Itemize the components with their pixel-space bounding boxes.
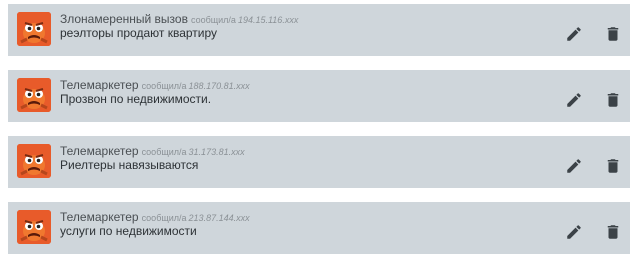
avatar xyxy=(17,144,51,178)
comment-list: Злонамеренный вызов сообщил/а 194.15.116.x… xyxy=(0,0,640,263)
reported-label: сообщил/а xyxy=(190,15,236,25)
comment-card: Телемаркетер сообщил/а 213.87.144.xxx услу… xyxy=(8,202,630,254)
avatar xyxy=(17,12,51,46)
angry-monster-avatar-icon xyxy=(17,210,51,244)
delete-button[interactable] xyxy=(604,157,622,175)
edit-button[interactable] xyxy=(565,157,583,175)
comment-card: Телемаркетер сообщил/а 188.170.81.xxx Проз… xyxy=(8,70,630,122)
author-name: Телемаркетер xyxy=(60,210,139,224)
avatar xyxy=(17,210,51,244)
pencil-icon xyxy=(567,225,581,239)
comment-header: Телемаркетер сообщил/а 188.170.81.xxx xyxy=(60,78,250,93)
comment-text: реэлторы продают квартиру xyxy=(60,26,218,40)
comment-text: Прозвон по недвижимости. xyxy=(60,92,212,106)
delete-button[interactable] xyxy=(604,91,622,109)
angry-monster-avatar-icon xyxy=(17,78,51,112)
reported-label: сообщил/а xyxy=(141,213,187,223)
delete-button[interactable] xyxy=(604,223,622,241)
comment-text: Риелтеры навязываются xyxy=(60,158,199,172)
pencil-icon xyxy=(567,159,581,173)
comment-header: Телемаркетер сообщил/а 213.87.144.xxx xyxy=(60,210,250,225)
author-name: Злонамеренный вызов xyxy=(60,12,188,26)
angry-monster-avatar-icon xyxy=(17,12,51,46)
edit-button[interactable] xyxy=(565,223,583,241)
author-name: Телемаркетер xyxy=(60,78,139,92)
angry-monster-avatar-icon xyxy=(17,144,51,178)
delete-button[interactable] xyxy=(604,25,622,43)
edit-button[interactable] xyxy=(565,91,583,109)
ip-address: 194.15.116.xxx xyxy=(237,15,299,25)
reported-label: сообщил/а xyxy=(141,81,187,91)
comment-card: Злонамеренный вызов сообщил/а 194.15.116.x… xyxy=(8,4,630,56)
pencil-icon xyxy=(567,93,581,107)
comment-card: Телемаркетер сообщил/а 31.173.81.xxx Риелт… xyxy=(8,136,630,188)
pencil-icon xyxy=(567,27,581,41)
trash-icon xyxy=(607,93,619,107)
comment-text: услуги по недвижимости xyxy=(60,224,197,238)
reported-label: сообщил/а xyxy=(141,147,187,157)
ip-address: 213.87.144.xxx xyxy=(188,213,250,223)
trash-icon xyxy=(607,27,619,41)
avatar xyxy=(17,78,51,112)
ip-address: 31.173.81.xxx xyxy=(188,147,245,157)
edit-button[interactable] xyxy=(565,25,583,43)
comment-header: Злонамеренный вызов сообщил/а 194.15.116.x… xyxy=(60,12,298,27)
author-name: Телемаркетер xyxy=(60,144,139,158)
comment-header: Телемаркетер сообщил/а 31.173.81.xxx xyxy=(60,144,245,159)
trash-icon xyxy=(607,225,619,239)
trash-icon xyxy=(607,159,619,173)
ip-address: 188.170.81.xxx xyxy=(188,81,250,91)
